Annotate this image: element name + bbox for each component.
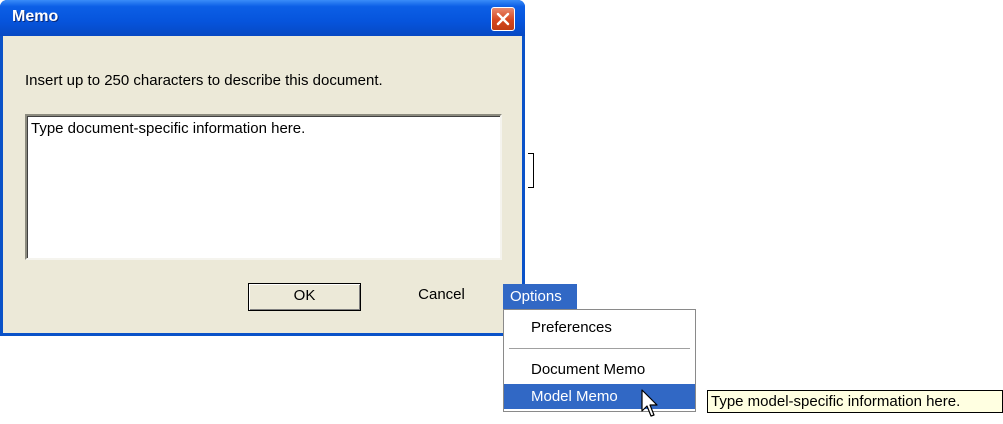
options-dropdown: Preferences Document Memo Model Memo [503, 309, 696, 412]
options-menu-header[interactable]: Options [503, 284, 577, 309]
ok-button[interactable]: OK [248, 283, 361, 311]
mouse-pointer-icon [641, 389, 658, 417]
menu-item-preferences[interactable]: Preferences [504, 315, 695, 340]
memo-textarea[interactable]: Type document-specific information here. [25, 114, 502, 260]
close-button[interactable] [491, 7, 515, 31]
dialog-titlebar[interactable]: Memo [0, 0, 525, 36]
cancel-button[interactable]: Cancel [385, 283, 498, 311]
tooltip: Type model-specific information here. [707, 390, 1003, 413]
menu-item-document-memo[interactable]: Document Memo [504, 357, 695, 382]
menu-item-model-memo[interactable]: Model Memo [504, 384, 695, 409]
memo-dialog: Memo Insert up to 250 characters to desc… [0, 0, 525, 336]
dialog-title: Memo [12, 8, 59, 25]
prompt-text: Insert up to 250 characters to describe … [25, 72, 383, 89]
dialog-body: Insert up to 250 characters to describe … [3, 36, 522, 333]
side-bracket [528, 153, 534, 188]
close-icon [496, 12, 510, 26]
menu-separator [509, 348, 690, 350]
